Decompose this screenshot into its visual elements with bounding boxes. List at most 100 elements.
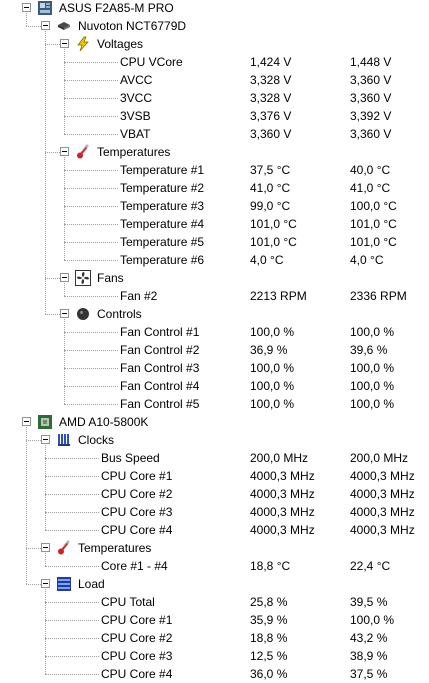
- sensor-row[interactable]: Fan Control #4 100,0 % 100,0 %: [0, 377, 429, 395]
- tree-guide-line: [64, 170, 118, 171]
- cpu-icon: [37, 414, 53, 430]
- tree-guide-line: [45, 674, 99, 675]
- sensor-value: 4,0 °C: [250, 253, 284, 267]
- sensor-row[interactable]: CPU Core #4 4000,3 MHz 4000,3 MHz: [0, 521, 429, 539]
- tree-guide-line: [26, 26, 41, 27]
- collapse-toggle[interactable]: [41, 579, 50, 588]
- collapse-toggle[interactable]: [60, 273, 69, 282]
- sensor-row[interactable]: 3VSB 3,376 V 3,392 V: [0, 107, 429, 125]
- sensor-label: Fan Control #3: [120, 361, 200, 375]
- sensor-row[interactable]: VBAT 3,360 V 3,360 V: [0, 125, 429, 143]
- sensor-label: CPU Core #1: [101, 613, 173, 627]
- tree-node[interactable]: Load: [0, 575, 429, 593]
- sensor-row[interactable]: CPU Core #2 18,8 % 43,2 %: [0, 629, 429, 647]
- sensor-value: 2213 RPM: [250, 289, 307, 303]
- tree-node[interactable]: Temperatures: [0, 143, 429, 161]
- sensor-row[interactable]: Core #1 - #4 18,8 °C 22,4 °C: [0, 557, 429, 575]
- sensor-row[interactable]: CPU Core #1 35,9 % 100,0 %: [0, 611, 429, 629]
- sensor-row[interactable]: Temperature #6 4,0 °C 4,0 °C: [0, 251, 429, 269]
- sensor-row[interactable]: Fan #2 2213 RPM 2336 RPM: [0, 287, 429, 305]
- tree-node[interactable]: AMD A10-5800K: [0, 413, 429, 431]
- sensor-row[interactable]: CPU Core #2 4000,3 MHz 4000,3 MHz: [0, 485, 429, 503]
- sensor-max-value: 101,0 °C: [350, 235, 397, 249]
- tree-guide-line: [45, 638, 99, 639]
- sensor-max-value: 3,360 V: [350, 73, 392, 87]
- sensor-max-value: 2336 RPM: [350, 289, 407, 303]
- node-label: Voltages: [97, 37, 144, 51]
- tree-node[interactable]: Controls: [0, 305, 429, 323]
- tree-guide-line: [45, 476, 99, 477]
- tree-guide-line: [64, 224, 118, 225]
- collapse-toggle[interactable]: [41, 435, 50, 444]
- sensor-row[interactable]: Bus Speed 200,0 MHz 200,0 MHz: [0, 449, 429, 467]
- collapse-toggle[interactable]: [22, 3, 31, 12]
- sensor-value: 99,0 °C: [250, 199, 291, 213]
- sensor-label: CPU Core #1: [101, 469, 173, 483]
- sensor-label: CPU Core #4: [101, 523, 173, 537]
- node-label: Controls: [97, 307, 142, 321]
- sensor-row[interactable]: AVCC 3,328 V 3,360 V: [0, 71, 429, 89]
- sensor-row[interactable]: Temperature #1 37,5 °C 40,0 °C: [0, 161, 429, 179]
- sensor-row[interactable]: Fan Control #5 100,0 % 100,0 %: [0, 395, 429, 413]
- sensor-value: 25,8 %: [250, 595, 288, 609]
- fan-icon: [75, 270, 91, 286]
- tree-guide-line: [64, 98, 118, 99]
- collapse-toggle[interactable]: [22, 417, 31, 426]
- collapse-toggle[interactable]: [60, 309, 69, 318]
- tree-guide-line: [64, 80, 118, 81]
- node-label: Load: [78, 577, 105, 591]
- sensor-value: 12,5 %: [250, 649, 288, 663]
- tree-node[interactable]: Nuvoton NCT6779D: [0, 17, 429, 35]
- sensor-label: VBAT: [120, 127, 151, 141]
- sensor-row[interactable]: Temperature #5 101,0 °C 101,0 °C: [0, 233, 429, 251]
- sensor-label: Fan #2: [120, 289, 158, 303]
- tree-guide-line: [64, 134, 118, 135]
- tree-guide-line: [64, 332, 118, 333]
- sensor-label: Temperature #2: [120, 181, 205, 195]
- sensor-row[interactable]: 3VCC 3,328 V 3,360 V: [0, 89, 429, 107]
- sensor-row[interactable]: CPU Core #1 4000,3 MHz 4000,3 MHz: [0, 467, 429, 485]
- collapse-toggle[interactable]: [60, 147, 69, 156]
- sensor-max-value: 22,4 °C: [350, 559, 391, 573]
- collapse-toggle[interactable]: [41, 21, 50, 30]
- tree-guide-line: [64, 206, 118, 207]
- sensor-row[interactable]: Fan Control #1 100,0 % 100,0 %: [0, 323, 429, 341]
- node-label: Fans: [97, 271, 124, 285]
- sensor-row[interactable]: CPU VCore 1,424 V 1,448 V: [0, 53, 429, 71]
- sensor-value: 35,9 %: [250, 613, 288, 627]
- tree-node[interactable]: Clocks: [0, 431, 429, 449]
- sensor-row[interactable]: Temperature #2 41,0 °C 41,0 °C: [0, 179, 429, 197]
- sensor-max-value: 200,0 MHz: [350, 451, 409, 465]
- sensor-max-value: 39,6 %: [350, 343, 388, 357]
- sensor-value: 36,9 %: [250, 343, 288, 357]
- tree-guide-line: [64, 116, 118, 117]
- sensor-max-value: 37,5 %: [350, 667, 388, 681]
- sensor-tree[interactable]: ASUS F2A85-M PRO Nuvoton NCT6779D Voltages…: [0, 0, 429, 681]
- sensor-row[interactable]: Temperature #4 101,0 °C 101,0 °C: [0, 215, 429, 233]
- sensor-row[interactable]: CPU Total 25,8 % 39,5 %: [0, 593, 429, 611]
- node-label: ASUS F2A85-M PRO: [59, 1, 174, 15]
- sensor-row[interactable]: CPU Core #3 4000,3 MHz 4000,3 MHz: [0, 503, 429, 521]
- sensor-row[interactable]: CPU Core #4 36,0 % 37,5 %: [0, 665, 429, 683]
- tree-node[interactable]: ASUS F2A85-M PRO: [0, 0, 429, 17]
- sensor-value: 100,0 %: [250, 397, 295, 411]
- tree-node[interactable]: Voltages: [0, 35, 429, 53]
- sensor-label: Bus Speed: [101, 451, 160, 465]
- collapse-toggle[interactable]: [60, 39, 69, 48]
- collapse-toggle[interactable]: [41, 543, 50, 552]
- node-label: Temperatures: [78, 541, 152, 555]
- tree-node[interactable]: Fans: [0, 269, 429, 287]
- sensor-label: CPU Core #2: [101, 631, 173, 645]
- tree-guide-line: [45, 458, 99, 459]
- sensor-label: Fan Control #2: [120, 343, 200, 357]
- tree-node[interactable]: Temperatures: [0, 539, 429, 557]
- sensor-value: 4000,3 MHz: [250, 523, 315, 537]
- sensor-row[interactable]: Fan Control #2 36,9 % 39,6 %: [0, 341, 429, 359]
- sensor-row[interactable]: CPU Core #3 12,5 % 38,9 %: [0, 647, 429, 665]
- sensor-label: Temperature #3: [120, 199, 205, 213]
- tree-guide-line: [45, 494, 99, 495]
- sensor-row[interactable]: Fan Control #3 100,0 % 100,0 %: [0, 359, 429, 377]
- sensor-row[interactable]: Temperature #3 99,0 °C 100,0 °C: [0, 197, 429, 215]
- tree-guide-line: [45, 278, 60, 279]
- sensor-value: 3,376 V: [250, 109, 292, 123]
